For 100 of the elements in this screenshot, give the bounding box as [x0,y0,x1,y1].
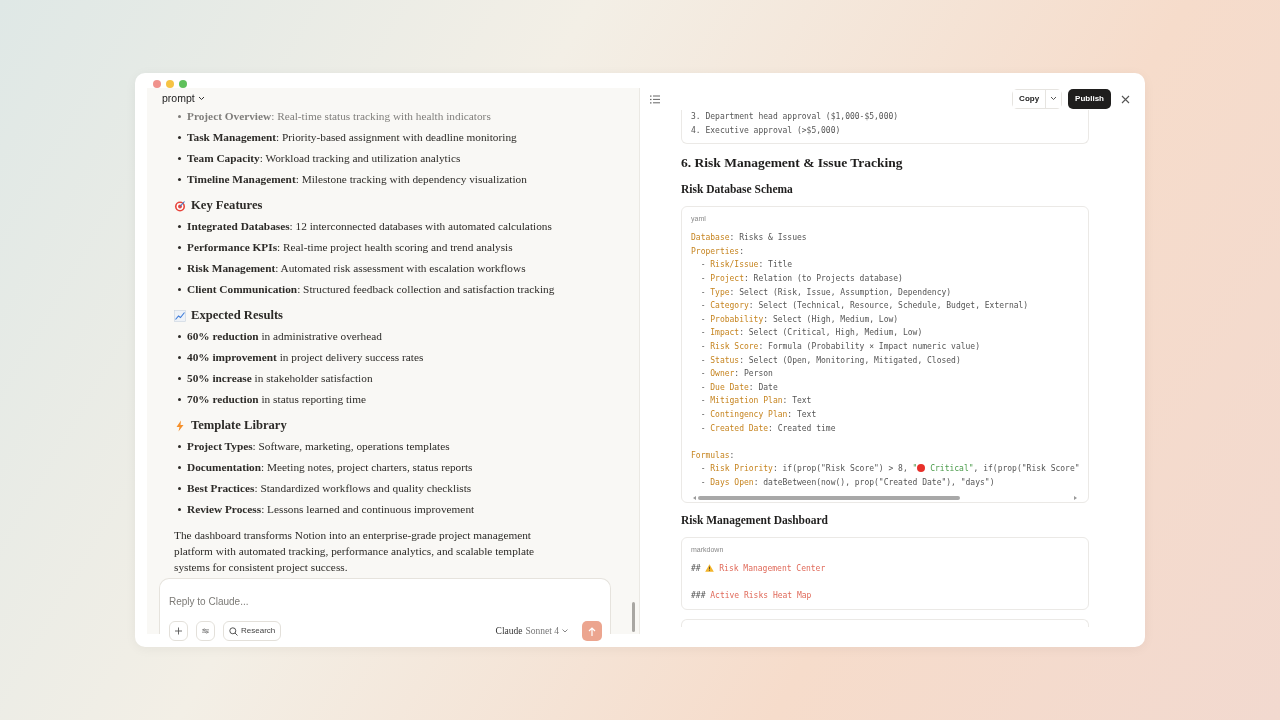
list-item-text: Timeline Management: Milestone tracking with dependency visualization [187,172,527,188]
close-light[interactable] [153,80,161,88]
code-text: : Text [787,409,817,419]
bullet-icon [178,508,181,511]
code-heading: Active Risks Heat Map [710,591,812,601]
code-text: : Risks & Issues [729,233,807,243]
model-selector[interactable]: Claude Sonnet 4 [495,623,568,639]
scrollbar[interactable] [632,602,635,632]
code-text: : [729,450,735,460]
bullet-icon [178,356,181,359]
bullet-icon [178,487,181,490]
bullet-icon [178,178,181,181]
section-heading: Key Features [191,197,263,215]
summary-paragraph: The dashboard transforms Notion into an enterprise-grade project management platform with automated tracking, performance analytics, and scalable template systems for consistent project success. [174,528,536,575]
code-text: - [699,260,707,270]
copy-options-button[interactable] [1045,90,1062,108]
code-text: : if(prop("Risk Score") > 8, [772,464,909,474]
chevron-icon [197,96,205,101]
code-key: Database [691,233,730,243]
code-text: - [699,301,707,311]
chat-title[interactable]: prompt [147,88,639,106]
code-text: : [739,246,744,256]
options-button[interactable] [196,621,215,641]
bullet-icon [178,115,181,118]
maximize-light[interactable] [179,80,187,88]
code-string: Critical" [929,464,974,474]
search-icon [229,626,238,636]
code-text: : Select (High, Medium, Low) [763,314,899,324]
list-item-text: Review Process: Lessons learned and continuous improvement [187,502,475,518]
code-text: 3. Department head approval ($1,000-$5,000) [691,112,899,121]
code-text: - [699,355,707,365]
list-icon[interactable] [650,94,660,104]
section-heading: Template Library [191,417,287,435]
subsection-heading: Risk Management Dashboard [681,513,829,529]
code-key: Type [710,287,730,297]
list-item-text: Risk Management: Automated risk assessment with escalation workflows [187,261,526,277]
code-key: Formulas [691,450,730,460]
arrow-up-icon [588,626,596,636]
code-key: Days Open [710,477,754,487]
code-key: Due Date [710,382,749,392]
code-text: - [699,273,707,283]
code-text: - [699,287,707,297]
code-text: : Date [748,382,778,392]
list-item-text: 70% reduction in status reporting time [187,392,366,408]
code-text: - [699,423,707,433]
code-key: Mitigation Plan [710,396,783,406]
code-text: : Text [782,396,812,406]
code-text: ## [691,564,702,574]
section-heading: 6. Risk Management & Issue Tracking [681,154,904,173]
send-button[interactable] [582,621,602,641]
close-icon[interactable] [1121,94,1130,104]
code-text: - [699,409,707,419]
code-key: Project [710,273,744,283]
list-item-text: Project Overview: Real-time status tracking with health indicators [187,109,491,125]
code-text: : Select (Critical, High, Medium, Low) [739,328,923,338]
publish-button[interactable]: Publish [1068,89,1111,109]
code-heading: Risk Management Center [718,564,826,574]
code-text: : Person [734,369,773,379]
bullet-icon [178,246,181,249]
target-icon [174,199,186,212]
code-text: : dateBetween(now(), prop("Created Date"), "days") [753,477,995,487]
code-text: : Select (Open, Monitoring, Mitigated, Closed) [739,355,961,365]
chart-icon [174,309,186,322]
code-text: - [699,328,707,338]
sliders-icon [202,627,209,635]
code-key: Risk Score [710,341,759,351]
scrollbar-thumb[interactable] [698,495,960,500]
code-text: - [699,477,707,487]
chevron-icon [1050,96,1058,102]
code-text: : Select (Technical, Resource, Schedule, Budget, External) [748,301,1029,311]
list-item-text: Team Capacity: Workload tracking and utilization analytics [187,151,461,167]
list-item-text: Documentation: Meeting notes, project charters, status reports [187,460,473,476]
list-item-text: 40% improvement in project delivery success rates [187,350,424,366]
bullet-icon [178,466,181,469]
code-text: - [699,464,707,474]
bullet-icon [178,445,181,448]
reply-input[interactable]: Reply to Claude... [169,594,602,609]
code-text: - [699,396,707,406]
list-item-text: Project Types: Software, marketing, operations templates [187,439,450,455]
bullet-icon [178,157,181,160]
code-text: - [699,341,707,351]
code-text: - [699,382,707,392]
list-item-text: Integrated Databases: 12 interconnected databases with automated calculations [187,219,552,235]
add-button[interactable] [169,621,188,641]
minimize-light[interactable] [166,80,174,88]
code-key: Risk/Issue [710,260,759,270]
list-item-text: Task Management: Priority-based assignment with deadline monitoring [187,130,517,146]
code-text: : Formula (Probability × Impact numeric value) [758,341,980,351]
research-button[interactable]: Research [223,621,282,641]
section-heading: Expected Results [191,307,283,325]
code-text: : Created time [768,423,836,433]
bullet-icon [178,335,181,338]
plus-icon [175,627,182,635]
code-string: " [912,464,918,474]
priority-dot-icon [917,464,926,473]
list-item-text: 60% reduction in administrative overhead [187,329,382,345]
bullet-icon [178,288,181,291]
bullet-icon [178,225,181,228]
subsection-heading: Risk Database Schema [681,182,794,198]
code-text: ### [691,591,707,601]
